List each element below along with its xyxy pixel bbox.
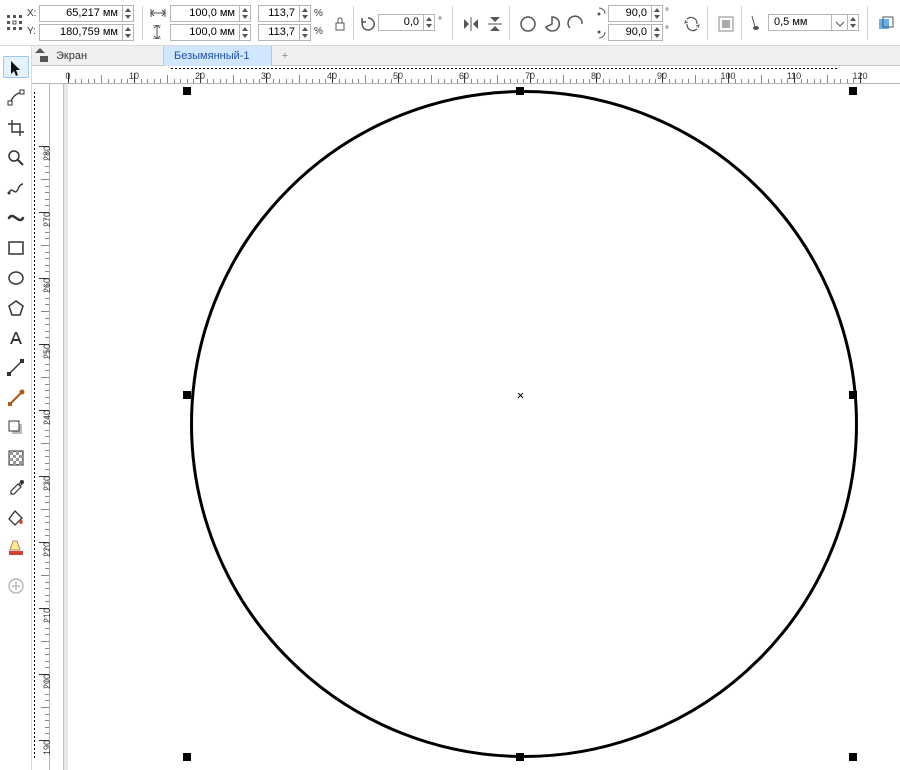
mirror-vertical-button[interactable] bbox=[483, 12, 505, 34]
rectangle-tool[interactable] bbox=[3, 236, 29, 258]
tab-document-1[interactable]: Безымянный-1 bbox=[164, 46, 272, 66]
zoom-tool[interactable] bbox=[3, 146, 29, 168]
fill-tool[interactable] bbox=[3, 506, 29, 528]
tab-add-button[interactable]: + bbox=[278, 49, 292, 63]
dimension-tool[interactable] bbox=[3, 356, 29, 378]
tab-welcome[interactable]: Экран приветствия bbox=[32, 46, 164, 66]
ruler-horizontal[interactable]: 0102030405060708090100110120 bbox=[32, 66, 900, 84]
y-position-spinner[interactable] bbox=[123, 24, 134, 41]
selection-handle-r[interactable] bbox=[849, 391, 857, 399]
toolbox bbox=[0, 46, 32, 770]
text-tool[interactable] bbox=[3, 326, 29, 348]
ellipse-button[interactable] bbox=[516, 12, 538, 34]
x-position-input[interactable]: 65,217 мм bbox=[39, 5, 123, 22]
x-position-spinner[interactable] bbox=[123, 5, 134, 22]
arc-start-deg: ° bbox=[665, 7, 669, 18]
outline-tool[interactable] bbox=[3, 536, 29, 558]
selection-handle-l[interactable] bbox=[183, 391, 191, 399]
wrap-text-button[interactable] bbox=[714, 12, 736, 34]
ellipse-object[interactable] bbox=[190, 90, 858, 758]
width-spinner[interactable] bbox=[240, 5, 251, 22]
outline-width-input[interactable]: 0,5 мм bbox=[768, 14, 832, 31]
degree-label: ° bbox=[438, 16, 442, 27]
pie-button[interactable] bbox=[540, 12, 562, 34]
freehand-tool[interactable] bbox=[3, 176, 29, 198]
tab-document-1-label: Безымянный-1 bbox=[174, 50, 250, 62]
drop-shadow-tool[interactable] bbox=[3, 416, 29, 438]
height-input[interactable]: 100,0 мм bbox=[170, 24, 240, 41]
property-bar: X: Y: 65,217 мм 180,759 мм 100,0 мм 100,… bbox=[0, 0, 900, 46]
outline-width-dropdown[interactable] bbox=[832, 14, 848, 31]
polygon-tool[interactable] bbox=[3, 296, 29, 318]
rotation-icon bbox=[360, 16, 376, 35]
outline-width-icon bbox=[748, 14, 766, 35]
quick-customize-button[interactable] bbox=[3, 574, 29, 596]
drawing-canvas[interactable] bbox=[50, 84, 900, 770]
shape-tool[interactable] bbox=[3, 86, 29, 108]
artistic-media-tool[interactable] bbox=[3, 206, 29, 228]
arc-end-spinner[interactable] bbox=[652, 24, 663, 41]
scale-y-spinner[interactable] bbox=[300, 24, 311, 41]
connector-tool[interactable] bbox=[3, 386, 29, 408]
arc-end-deg: ° bbox=[665, 25, 669, 36]
selection-center-marker[interactable] bbox=[517, 392, 524, 399]
pick-tool[interactable] bbox=[3, 56, 29, 78]
rotation-input[interactable]: 0,0 bbox=[378, 14, 424, 31]
arc-end-icon bbox=[592, 25, 606, 42]
arc-button[interactable] bbox=[564, 12, 586, 34]
arc-start-spinner[interactable] bbox=[652, 5, 663, 22]
selection-handle-tl[interactable] bbox=[183, 87, 191, 95]
selection-handle-br[interactable] bbox=[849, 753, 857, 761]
percent-label-2: % bbox=[314, 26, 323, 37]
outline-width-spinner[interactable] bbox=[848, 14, 859, 31]
rotation-spinner[interactable] bbox=[424, 14, 435, 31]
arc-start-input[interactable]: 90,0 bbox=[608, 5, 652, 22]
to-front-button[interactable] bbox=[874, 12, 896, 34]
height-icon bbox=[150, 25, 164, 42]
transparency-tool[interactable] bbox=[3, 446, 29, 468]
selection-handle-b[interactable] bbox=[516, 753, 524, 761]
crop-tool[interactable] bbox=[3, 116, 29, 138]
arc-direction-button[interactable] bbox=[680, 12, 702, 34]
ellipse-tool[interactable] bbox=[3, 266, 29, 288]
lock-ratio-button[interactable] bbox=[328, 12, 350, 34]
selection-handle-tr[interactable] bbox=[849, 87, 857, 95]
object-origin-icon[interactable] bbox=[7, 15, 23, 31]
ruler-vertical[interactable]: 280270260250240230220210200190 bbox=[32, 84, 50, 770]
mirror-horizontal-button[interactable] bbox=[459, 12, 481, 34]
y-position-input[interactable]: 180,759 мм bbox=[39, 24, 123, 41]
y-label: Y: bbox=[27, 26, 36, 37]
scale-x-input[interactable]: 113,7 bbox=[258, 5, 300, 22]
document-tabstrip: Экран приветствия Безымянный-1 + bbox=[32, 46, 900, 66]
scale-y-input[interactable]: 113,7 bbox=[258, 24, 300, 41]
arc-start-icon bbox=[592, 7, 606, 24]
scale-x-spinner[interactable] bbox=[300, 5, 311, 22]
selection-handle-bl[interactable] bbox=[183, 753, 191, 761]
arc-end-input[interactable]: 90,0 bbox=[608, 24, 652, 41]
width-input[interactable]: 100,0 мм bbox=[170, 5, 240, 22]
width-icon bbox=[150, 7, 166, 22]
percent-label-1: % bbox=[314, 8, 323, 19]
eyedropper-tool[interactable] bbox=[3, 476, 29, 498]
selection-handle-t[interactable] bbox=[516, 87, 524, 95]
height-spinner[interactable] bbox=[240, 24, 251, 41]
x-label: X: bbox=[27, 8, 36, 19]
